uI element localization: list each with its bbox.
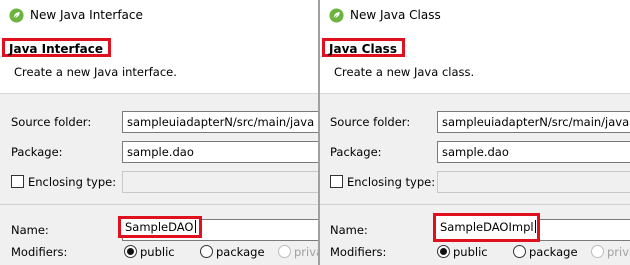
page-heading: Java Interface xyxy=(2,38,112,57)
title-bar: New Java Class xyxy=(320,0,630,31)
enclosing-type-label: Enclosing type: xyxy=(347,175,436,189)
wizard-banner: Java Interface Create a new Java interfa… xyxy=(0,31,318,94)
enclosing-type-field xyxy=(122,171,318,193)
window-title: New Java Interface xyxy=(30,8,143,22)
modifier-package-radio[interactable] xyxy=(200,245,213,258)
source-folder-field[interactable]: sampleuiadapterN/src/main/java xyxy=(122,111,318,133)
new-java-class-dialog: New Java Class Java Class Create a new J… xyxy=(320,0,630,265)
modifier-private-label: priva xyxy=(294,245,318,259)
page-description: Create a new Java interface. xyxy=(14,65,177,79)
window-title: New Java Class xyxy=(350,8,441,22)
modifier-private-radio xyxy=(278,245,291,258)
package-field[interactable]: sample.dao xyxy=(122,141,318,163)
modifier-public-label: public xyxy=(453,245,488,259)
spring-leaf-icon xyxy=(329,8,344,23)
modifier-package-radio[interactable] xyxy=(513,245,526,258)
name-field-value: SampleDAO xyxy=(125,220,194,234)
package-field[interactable]: sample.dao xyxy=(437,141,630,163)
separator xyxy=(0,204,318,205)
package-label: Package: xyxy=(11,145,63,159)
enclosing-type-checkbox[interactable] xyxy=(11,175,24,188)
page-description: Create a new Java class. xyxy=(334,65,475,79)
separator xyxy=(320,204,630,205)
name-label: Name: xyxy=(11,223,49,237)
source-folder-label: Source folder: xyxy=(11,115,92,129)
text-caret xyxy=(534,220,536,233)
wizard-banner: Java Class Create a new Java class. xyxy=(320,31,630,94)
modifier-package-label: package xyxy=(529,245,578,259)
new-java-interface-dialog: New Java Interface Java Interface Create… xyxy=(0,0,318,265)
modifiers-label: Modifiers: xyxy=(330,245,387,259)
spring-leaf-icon xyxy=(9,8,24,23)
comparison-screenshot: New Java Interface Java Interface Create… xyxy=(0,0,630,265)
title-bar: New Java Interface xyxy=(0,0,318,31)
enclosing-type-label: Enclosing type: xyxy=(28,175,117,189)
name-field[interactable]: SampleDAOImpl xyxy=(433,213,540,242)
name-label: Name: xyxy=(330,223,368,237)
source-folder-field[interactable]: sampleuiadapterN/src/main/java xyxy=(437,111,630,133)
page-heading: Java Class xyxy=(322,38,405,57)
enclosing-type-checkbox[interactable] xyxy=(330,175,343,188)
modifier-package-label: package xyxy=(216,245,265,259)
modifier-public-label: public xyxy=(140,245,175,259)
name-field-value: SampleDAOImpl xyxy=(440,220,534,234)
text-caret xyxy=(194,220,196,233)
modifier-public-radio[interactable] xyxy=(437,245,450,258)
package-label: Package: xyxy=(330,145,382,159)
enclosing-type-field xyxy=(437,171,630,193)
source-folder-label: Source folder: xyxy=(330,115,411,129)
modifiers-label: Modifiers: xyxy=(11,245,68,259)
modifier-private-radio xyxy=(591,245,604,258)
modifier-public-radio[interactable] xyxy=(124,245,137,258)
name-field[interactable]: SampleDAO xyxy=(118,216,202,238)
modifier-private-label: priva xyxy=(607,245,630,259)
